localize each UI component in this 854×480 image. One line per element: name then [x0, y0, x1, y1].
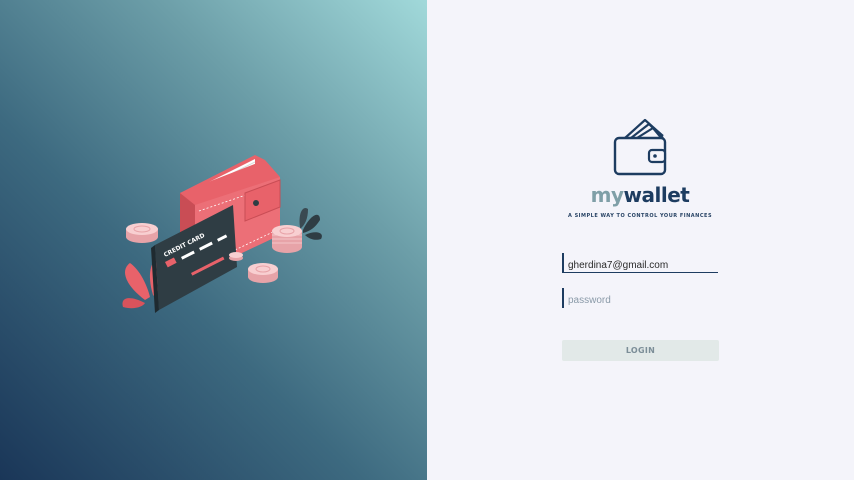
hero-panel: CREDIT CARD — [0, 0, 427, 480]
brand-tagline: A SIMPLE WAY TO CONTROL YOUR FINANCES — [567, 213, 713, 219]
brand-name-part1: my — [590, 183, 624, 207]
login-button[interactable]: LOGIN — [562, 340, 719, 361]
email-input[interactable] — [564, 256, 718, 275]
coin-stack-left-icon — [126, 223, 158, 243]
brand-name-part2: wallet — [623, 183, 690, 207]
coin-bottom-icon — [248, 263, 278, 283]
password-field-wrapper — [562, 288, 718, 311]
brand-name: mywallet — [560, 180, 720, 210]
password-input[interactable] — [564, 290, 718, 311]
email-field-wrapper — [562, 253, 718, 275]
login-panel — [427, 0, 854, 480]
coin-small-icon — [229, 252, 243, 261]
wallet-illustration: CREDIT CARD — [122, 155, 322, 313]
leaf-right-icon — [299, 207, 322, 240]
wallet-logo-icon — [613, 118, 667, 176]
coin-stack-right-icon — [272, 225, 302, 253]
